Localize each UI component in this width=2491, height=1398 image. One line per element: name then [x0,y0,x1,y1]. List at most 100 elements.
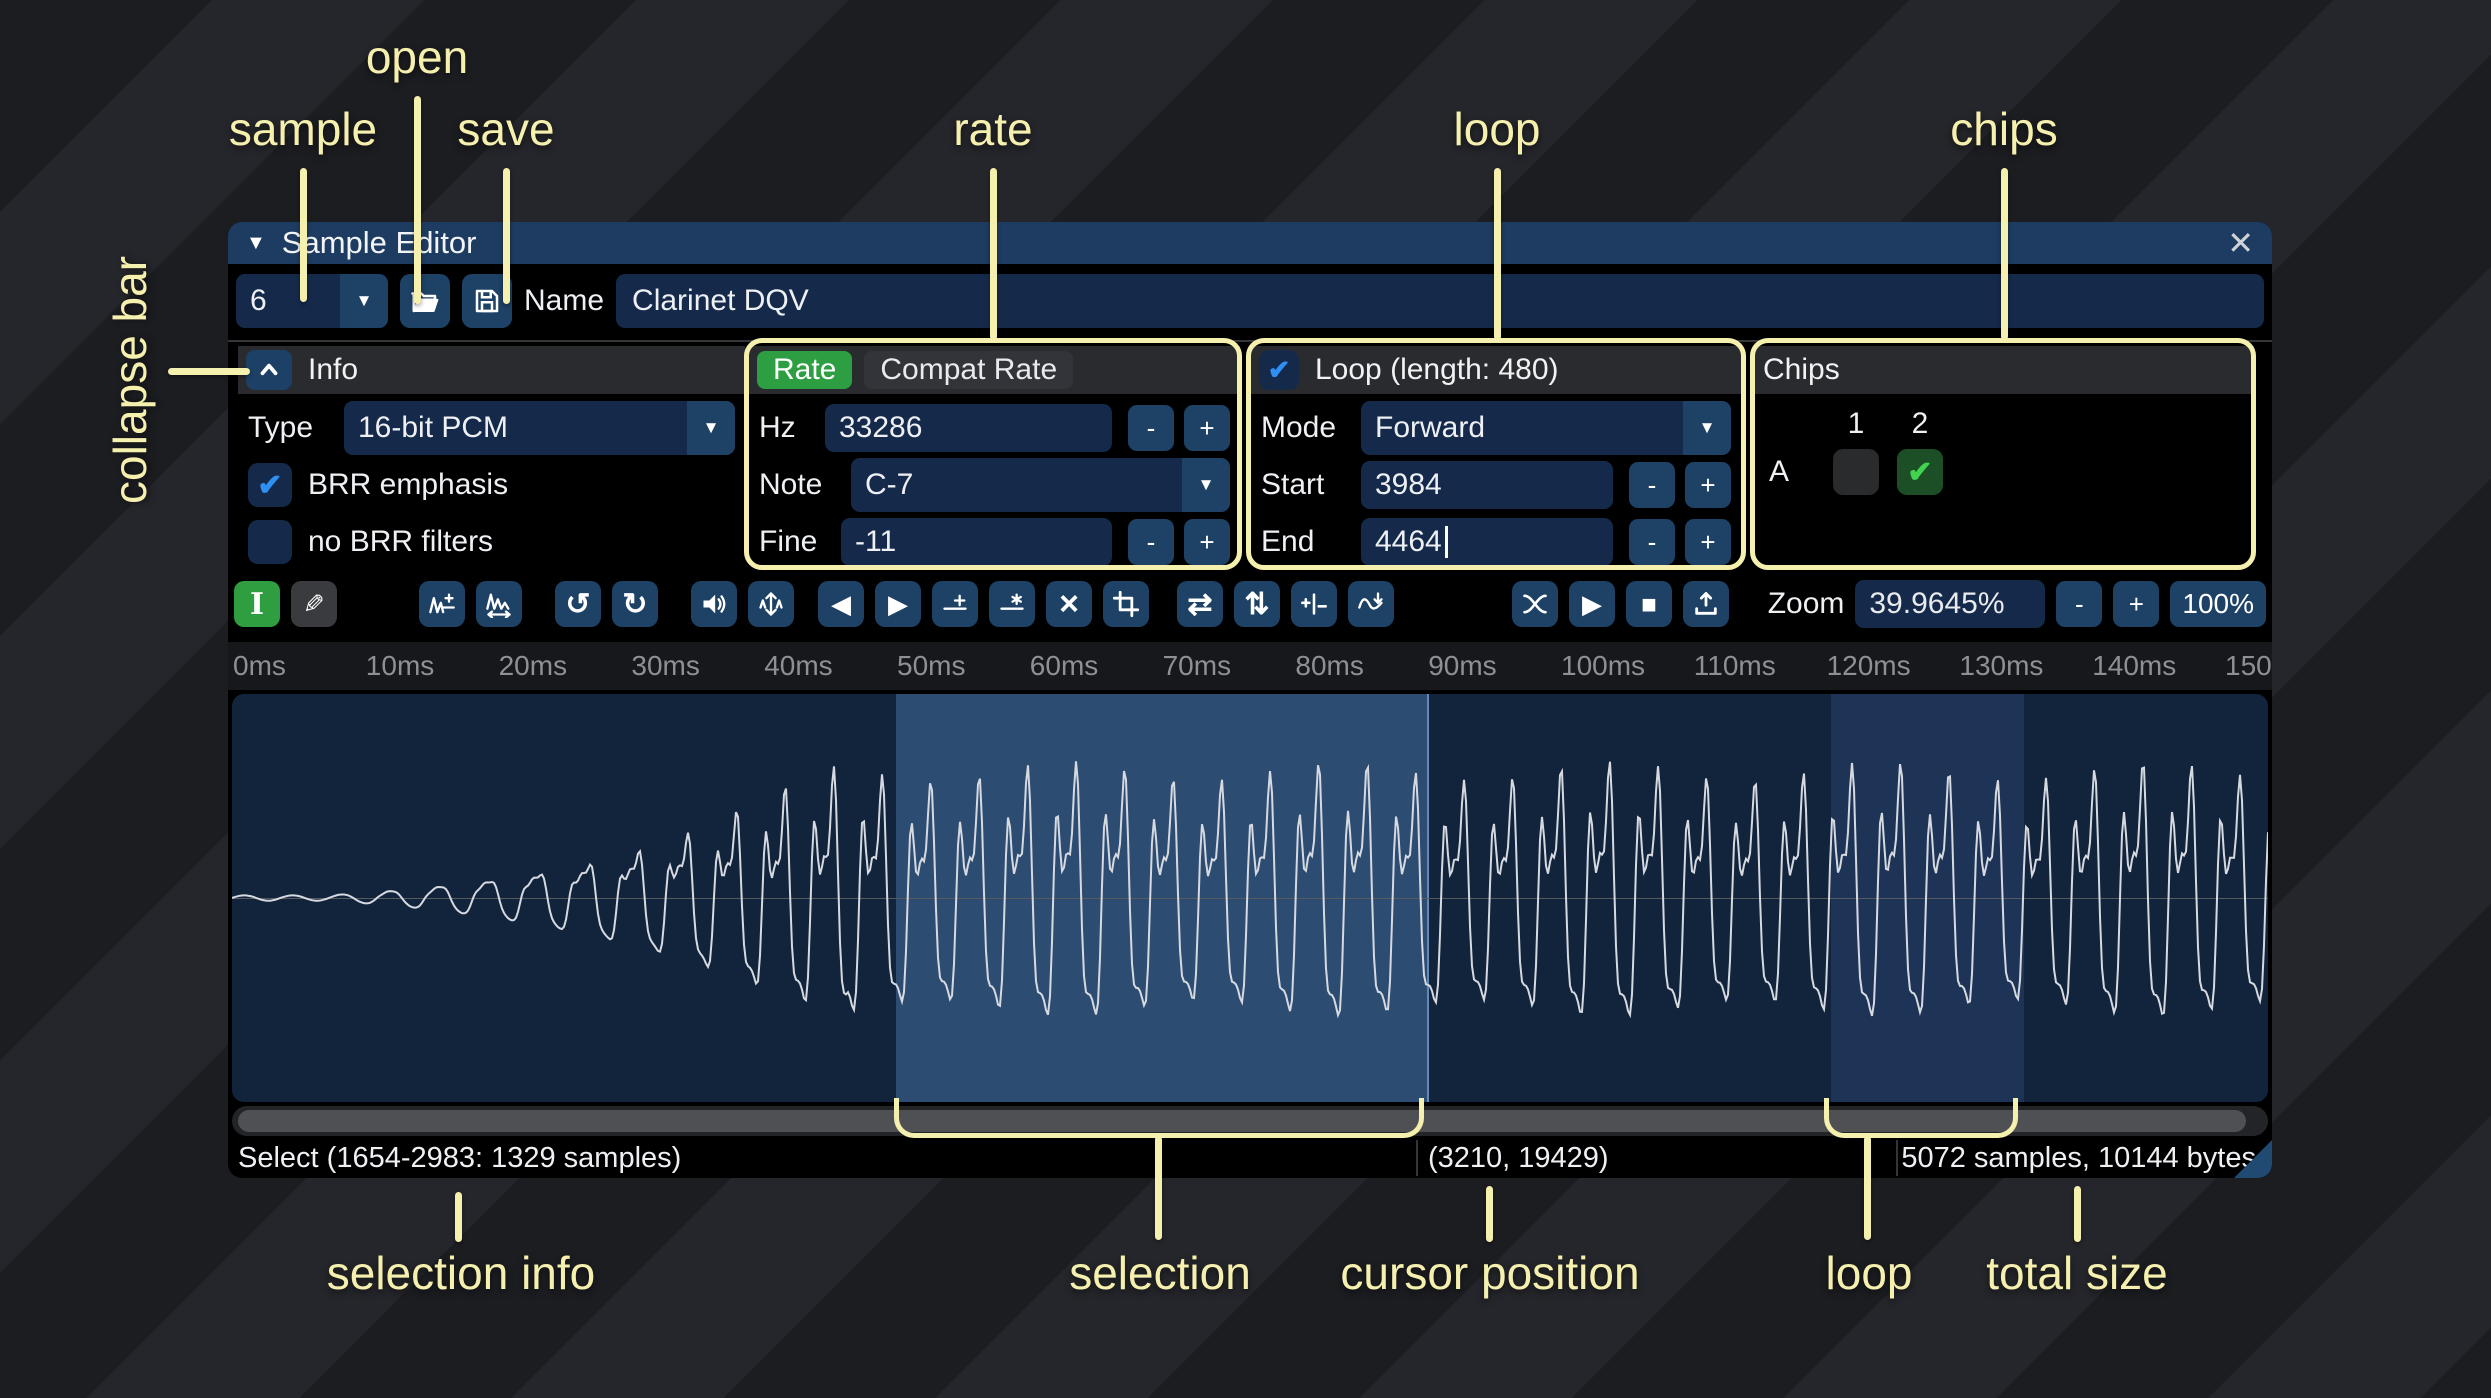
zoom-in-button[interactable]: + [2113,581,2160,627]
play-icon: ▶ [1582,588,1602,619]
crop-icon [1112,590,1140,618]
chevron-up-icon [260,363,278,376]
annotation-save: save [457,103,555,155]
no-brr-filters-checkbox[interactable]: ✔ [248,520,292,564]
annotation-line-loop-bottom [1864,1136,1871,1240]
sample-index-value: 6 [250,284,267,317]
reverse-button[interactable]: ⇄ [1177,581,1223,627]
chevron-down-icon[interactable]: ▼ [687,401,735,455]
titlebar[interactable]: ▼ Sample Editor ✕ [228,222,2272,264]
zoom-out-button[interactable]: - [2056,581,2103,627]
timeline-label: 110ms [1693,650,1776,681]
crossfade-icon [1523,594,1547,614]
undo-icon: ↺ [565,587,591,621]
annotation-collapse-bar: collapse bar [104,255,156,505]
zoom-value: 39.9645% [1869,587,2005,620]
zoom-input[interactable]: 39.9645% [1855,580,2046,628]
annotation-box-loop [1246,338,1746,570]
play-button[interactable]: ▶ [1569,581,1615,627]
invert-icon: ⇅ [1244,587,1270,621]
annotation-line-sample [300,168,307,302]
type-value: 16-bit PCM [358,411,509,444]
delete-x-icon: × [1059,584,1079,623]
annotation-loop-bottom: loop [1825,1247,1913,1299]
timeline-label: 50ms [897,650,966,681]
waveform-trace [232,761,2268,1019]
crossfade-button[interactable] [1512,581,1558,627]
timeline-label: 30ms [631,650,700,681]
insert-silence-button[interactable] [932,581,978,627]
speaker-icon [703,594,726,614]
annotation-open: open [365,31,469,83]
zoom-label: Zoom [1767,587,1845,620]
filter-button[interactable] [1348,581,1394,627]
undo-button[interactable]: ↺ [555,581,601,627]
timeline-label: 120ms [1826,650,1911,681]
window-collapse-icon[interactable]: ▼ [246,232,266,255]
annotation-chips: chips [1950,103,2058,155]
pencil-icon: ✎ [303,588,325,619]
resample-icon [486,593,511,618]
timeline-label: 0ms [233,650,286,681]
fade-out-button[interactable]: ▶ [875,581,921,627]
waveform-display[interactable] [232,694,2268,1102]
status-bar: Select (1654-2983: 1329 samples) (3210, … [228,1140,2272,1178]
collapse-bar-button[interactable] [246,350,292,390]
name-label: Name [524,284,605,317]
redo-button[interactable]: ↻ [612,581,658,627]
sign-icon [1301,593,1327,615]
timeline-ruler[interactable]: 0ms 10ms 20ms 30ms 40ms 50ms 60ms 70ms 80ms 90ms 1… [228,642,2272,690]
section-info: Info Type 16-bit PCM ▼ ✔ BRR emphasis ✔ … [238,346,745,568]
brr-emphasis-checkbox[interactable]: ✔ [248,463,292,507]
filter-icon [1358,592,1383,610]
annotation-line-chips [2001,168,2008,340]
chevron-down-icon[interactable]: ▼ [340,274,388,328]
annotation-line-collapse-bar [168,368,250,375]
stop-icon: ■ [1641,588,1657,619]
timeline-label: 90ms [1428,650,1497,681]
delete-button[interactable]: × [1046,581,1092,627]
normalize-button[interactable] [748,581,794,627]
invert-button[interactable]: ⇅ [1234,581,1280,627]
open-sample-button[interactable] [400,274,450,328]
annotation-line-total-size [2074,1186,2081,1242]
annotation-line-loop-top [1494,168,1501,340]
zoom-reset-button[interactable]: 100% [2170,581,2266,627]
annotation-line-selection [1155,1136,1162,1240]
toolbar: I ✎ ↺ ↻ ◀ ▶ × ⇄ ⇅ ▶ ■ Zoom 39.9645% - + … [234,580,2266,628]
fade-in-icon: ◀ [831,588,851,619]
stop-button[interactable]: ■ [1626,581,1672,627]
trim-button[interactable] [1103,581,1149,627]
amplify-button[interactable] [691,581,737,627]
name-row: 6 ▼ Name Clarinet DQV [228,264,2272,338]
annotation-sample: sample [228,103,378,155]
timeline-label: 70ms [1162,650,1232,681]
fade-in-button[interactable]: ◀ [818,581,864,627]
annotation-bracket-loop [1824,1098,2018,1138]
timeline-label: 150ms [2225,650,2272,681]
timeline-label: 10ms [365,650,435,681]
sample-index-dropdown[interactable]: 6 ▼ [236,274,388,328]
apply-silence-button[interactable] [989,581,1035,627]
annotation-total-size: total size [1986,1247,2168,1299]
annotation-line-open [414,96,421,304]
resize-button[interactable] [419,581,465,627]
window-title: Sample Editor [281,225,477,260]
close-icon[interactable]: ✕ [2227,224,2254,262]
normalize-icon [759,592,783,616]
annotation-box-rate [744,338,1242,570]
import-icon [1695,592,1717,615]
sign-button[interactable] [1291,581,1337,627]
timeline-label: 130ms [1959,650,2044,681]
resize-icon [429,593,455,614]
timeline-label: 40ms [764,650,833,681]
import-button[interactable] [1683,581,1729,627]
annotation-loop-top: loop [1453,103,1541,155]
type-dropdown[interactable]: 16-bit PCM ▼ [344,401,735,455]
select-mode-button[interactable]: I [234,581,280,627]
resample-button[interactable] [476,581,522,627]
sample-name-input[interactable]: Clarinet DQV [616,274,2264,328]
draw-mode-button[interactable]: ✎ [291,581,337,627]
resize-grip[interactable] [2234,1140,2272,1178]
brr-emphasis-label: BRR emphasis [308,468,509,501]
